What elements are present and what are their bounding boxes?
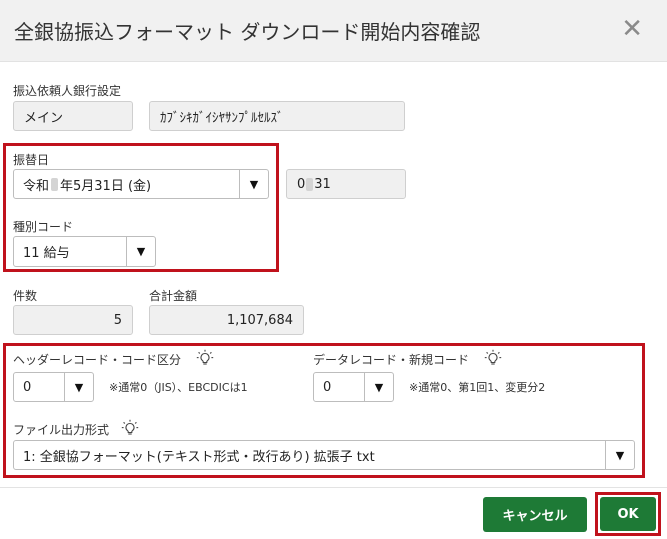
total-value: 1,107,684 xyxy=(226,312,293,328)
chevron-down-icon[interactable]: ▼ xyxy=(364,373,393,401)
requester-bank-kana-field: ｶﾌﾞｼｷｶﾞｲｼﾔｻﾝﾌﾟﾙｾﾙｽﾞ xyxy=(149,101,405,131)
requester-bank-label: 振込依頼人銀行設定 xyxy=(13,84,122,98)
transfer-date-label: 振替日 xyxy=(13,153,50,167)
data-record-select[interactable]: 0 ▼ xyxy=(313,372,394,402)
transfer-date-rest: 年5月31日 (金) xyxy=(60,178,152,194)
header-record-hint: ※通常0（JIS）、EBCDICは1 xyxy=(109,381,248,394)
footer-divider xyxy=(0,487,667,488)
dialog-title: 全銀協振込フォーマット ダウンロード開始内容確認 xyxy=(14,20,481,44)
redacted-mark xyxy=(51,177,59,191)
count-value: 5 xyxy=(113,312,122,328)
transfer-date-era: 令和 xyxy=(23,178,50,194)
close-icon[interactable]: ✕ xyxy=(621,16,643,42)
dialog-header: 全銀協振込フォーマット ダウンロード開始内容確認 ✕ xyxy=(0,0,667,62)
total-field: 1,107,684 xyxy=(149,305,304,335)
requester-bank-name-value: メイン xyxy=(24,110,64,126)
redacted-mark xyxy=(306,177,314,191)
cancel-button[interactable]: キャンセル xyxy=(483,497,587,532)
transfer-date-code-field: 0 31 xyxy=(286,169,406,199)
chevron-down-icon[interactable]: ▼ xyxy=(64,373,93,401)
chevron-down-icon[interactable]: ▼ xyxy=(126,237,155,266)
count-label: 件数 xyxy=(13,289,38,303)
type-code-select[interactable]: 11 給与 ▼ xyxy=(13,236,156,267)
data-record-value: 0 xyxy=(323,379,332,395)
file-format-label: ファイル出力形式 xyxy=(13,423,110,437)
type-code-label: 種別コード xyxy=(13,220,74,234)
header-record-label: ヘッダーレコード・コード区分 xyxy=(13,353,182,367)
lightbulb-icon[interactable] xyxy=(484,349,502,367)
lightbulb-icon[interactable] xyxy=(121,419,139,437)
lightbulb-icon[interactable] xyxy=(196,349,214,367)
total-label: 合計金額 xyxy=(149,289,198,303)
data-record-hint: ※通常0、第1回1、変更分2 xyxy=(409,381,546,394)
requester-bank-kana-value: ｶﾌﾞｼｷｶﾞｲｼﾔｻﾝﾌﾟﾙｾﾙｽﾞ xyxy=(160,110,284,126)
chevron-down-icon[interactable]: ▼ xyxy=(239,170,268,198)
file-format-select[interactable]: 1: 全銀協フォーマット(テキスト形式・改行あり) 拡張子 txt ▼ xyxy=(13,440,635,470)
type-code-value: 11 給与 xyxy=(23,246,70,261)
requester-bank-name-field: メイン xyxy=(13,101,133,131)
count-field: 5 xyxy=(13,305,133,335)
transfer-date-code-prefix: 0 xyxy=(297,176,306,192)
transfer-date-select[interactable]: 令和 年5月31日 (金) ▼ xyxy=(13,169,269,199)
chevron-down-icon[interactable]: ▼ xyxy=(605,441,634,469)
data-record-label: データレコード・新規コード xyxy=(313,353,470,367)
transfer-date-code-suffix: 31 xyxy=(314,176,331,192)
header-record-select[interactable]: 0 ▼ xyxy=(13,372,94,402)
transfer-date-value: 令和 年5月31日 (金) xyxy=(23,170,151,198)
file-format-value: 1: 全銀協フォーマット(テキスト形式・改行あり) 拡張子 txt xyxy=(23,449,375,465)
ok-button[interactable]: OK xyxy=(600,497,656,531)
header-record-value: 0 xyxy=(23,379,32,395)
